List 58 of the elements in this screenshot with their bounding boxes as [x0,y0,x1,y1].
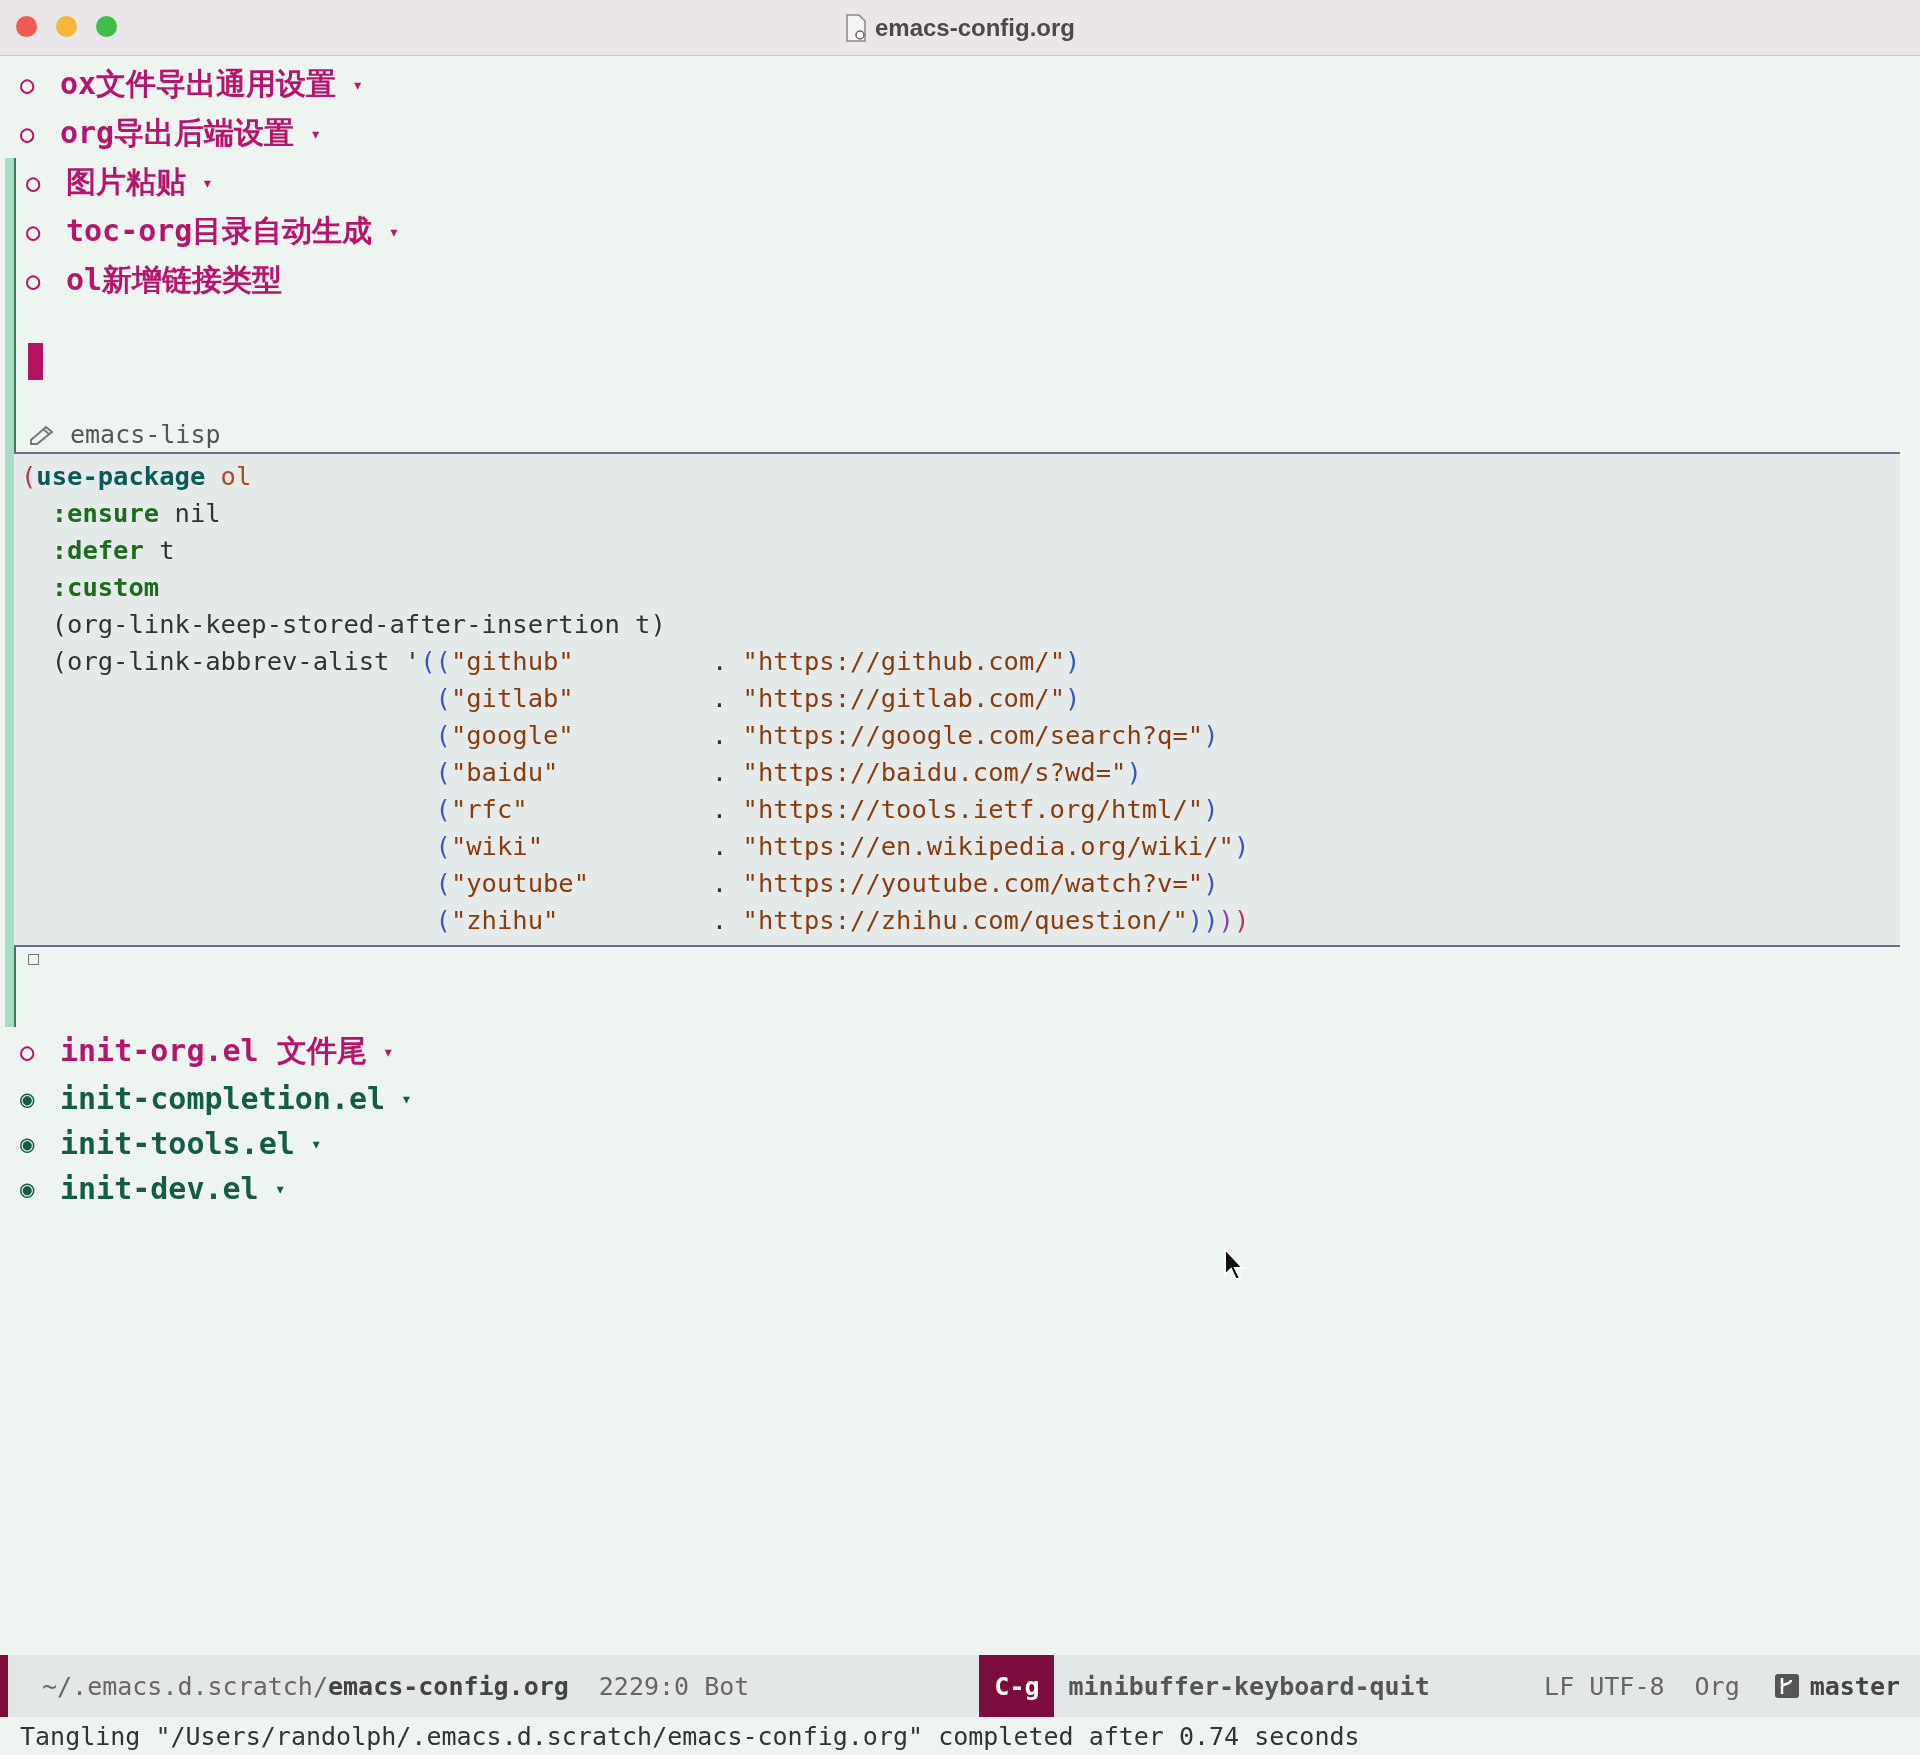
code-line: ("youtube" . "https://youtube.com/watch?v=") [434,867,1220,900]
document-icon [844,13,867,42]
command-name: minibuffer-keyboard-quit [1068,1671,1430,1701]
heading-bullet: ○ [20,70,36,99]
fold-marker[interactable]: ▾ [382,1041,394,1062]
fold-marker[interactable]: ▾ [388,221,400,242]
code-line: ("rfc" . "https://tools.ietf.org/html/") [434,793,1220,826]
code-line: :defer t [50,534,176,567]
mouse-pointer-icon [1223,1247,1247,1283]
heading-text[interactable]: init-dev.el [60,1171,259,1206]
code-line: ("baidu" . "https://baidu.com/s?wd=") [434,756,1143,789]
heading-bullet: ○ [26,168,42,197]
heading-text[interactable]: init-completion.el [60,1081,386,1116]
code-line: ("google" . "https://google.com/search?q=") [434,719,1220,752]
code-line: (org-link-abbrev-alist '(("github" . "https://github.com/") [50,645,1082,678]
heading-bullet: ○ [20,119,36,148]
fold-marker[interactable]: ▾ [202,172,213,193]
heading-text[interactable]: org导出后端设置 [60,113,295,154]
heading-text[interactable]: 图片粘贴 [66,162,186,203]
heading-text[interactable]: ol新增链接类型 [66,260,283,301]
heading-bullet: ○ [26,266,42,295]
git-branch-icon [1773,1673,1800,1699]
heading-bullet: ◉ [20,1174,36,1203]
code-line: (use-package ol [21,460,253,493]
language-label: emacs-lisp [70,419,221,449]
code-line: ("gitlab" . "https://gitlab.com/") [434,682,1082,715]
close-button[interactable] [16,16,37,37]
heading-text[interactable]: init-tools.el [60,1126,295,1161]
echo-message: Tangling "/Users/randolph/.emacs.d.scratch/emacs-config.org" completed after 0.74 seconds [20,1721,1360,1751]
heading-bullet: ○ [20,1037,36,1066]
zoom-button[interactable] [96,16,117,37]
heading-text[interactable]: init-org.el 文件尾 [60,1031,367,1072]
fold-marker[interactable]: ▾ [274,1178,286,1199]
code-line: :ensure nil [50,497,222,530]
major-mode[interactable]: Org [1694,1671,1740,1701]
fold-marker[interactable]: ▾ [401,1088,412,1109]
pencil-icon [28,423,56,445]
fold-marker[interactable]: ▾ [352,74,363,95]
key-indicator: C-g [979,1655,1055,1717]
heading-text[interactable]: toc-org目录自动生成 [66,211,373,252]
branch-name[interactable]: master [1809,1671,1900,1701]
heading-bullet: ○ [26,217,42,246]
code-line: (org-link-keep-stored-after-insertion t) [50,608,667,641]
fold-marker[interactable]: ▾ [310,1133,322,1154]
heading-text[interactable]: ox文件导出通用设置 [60,64,337,105]
encoding-label: LF UTF-8 [1544,1671,1665,1701]
code-line: ("zhihu" . "https://zhihu.com/question/")))) [434,904,1251,937]
fold-marker[interactable]: ▾ [310,123,322,144]
file-path: ~/.emacs.d.scratch/emacs-config.org [42,1671,569,1701]
heading-bullet: ◉ [20,1084,36,1113]
window-title: emacs-config.org [874,13,1075,42]
code-line: ("wiki" . "https://en.wikipedia.org/wiki/") [434,830,1251,863]
cursor-position: 2229:0 Bot [598,1671,750,1701]
minimize-button[interactable] [56,16,77,37]
result-marker: □ [27,947,39,970]
text-cursor [28,343,43,380]
heading-bullet: ◉ [20,1129,36,1158]
code-line: :custom [50,571,161,604]
